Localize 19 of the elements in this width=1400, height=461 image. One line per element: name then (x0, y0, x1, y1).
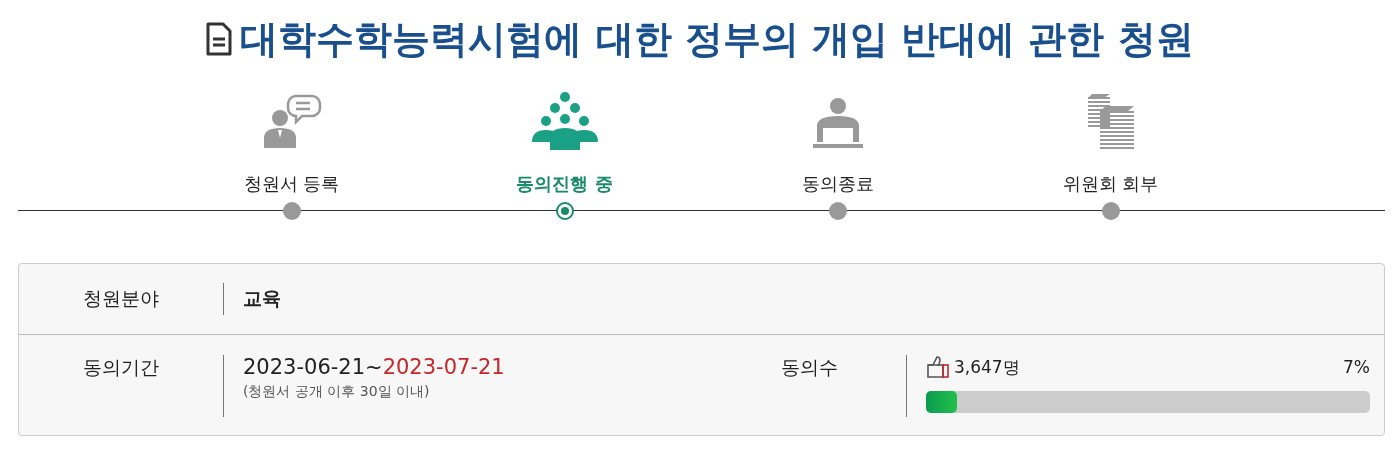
page-title: 대학수학능력시험에 대한 정부의 개입 반대에 관한 청원 (240, 16, 1194, 63)
group-icon (531, 92, 598, 150)
step-label: 동의종료 (801, 172, 874, 196)
field-value: 교육 (243, 286, 281, 311)
period-note: (청원서 공개 이후 30일 이내) (243, 383, 431, 401)
step-label: 위원회 회부 (1062, 172, 1159, 196)
period-dates: 2023-06-21~2023-07-21 (243, 355, 506, 379)
agree-percent: 7% (1343, 357, 1370, 377)
thumbs-up-icon (926, 355, 950, 379)
agree-count: 3,647명 (954, 355, 1020, 379)
document-icon (206, 22, 233, 56)
agree-label: 동의수 (780, 355, 839, 380)
step-label: 동의진행 중 (516, 172, 613, 196)
podium-person-icon (810, 98, 865, 150)
period-label: 동의기간 (82, 355, 160, 380)
field-label: 청원분야 (82, 286, 160, 311)
paper-stack-icon (1085, 94, 1136, 150)
speech-person-icon (261, 94, 322, 150)
step-label: 청원서 등록 (243, 172, 340, 196)
